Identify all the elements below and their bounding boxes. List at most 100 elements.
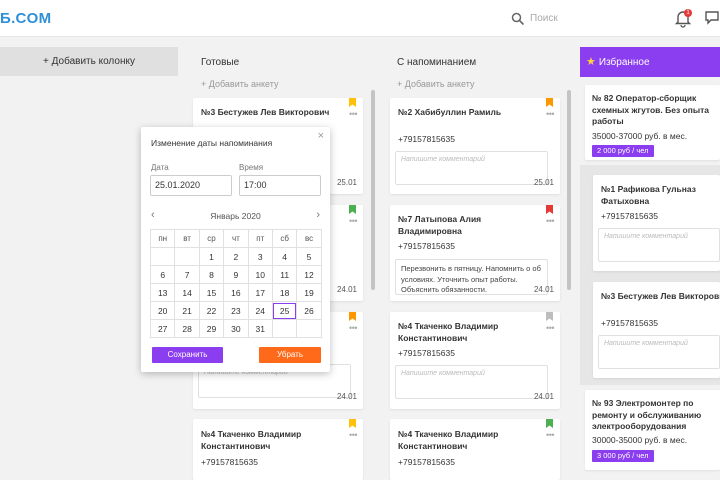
more-icon[interactable]: ••• <box>546 216 554 226</box>
bookmark-icon[interactable] <box>546 419 553 428</box>
logo[interactable]: Б.COM <box>0 10 51 27</box>
reminder-date-dialog: Изменение даты напоминания × Дата Время … <box>141 127 330 372</box>
calendar-day <box>149 247 176 266</box>
calendar-day[interactable]: 25 <box>271 301 298 320</box>
calendar-day[interactable]: 30 <box>223 319 249 338</box>
column-title-ready: Готовые <box>201 57 240 68</box>
vacancy-card[interactable]: № 82 Оператор-сборщик схемных жгутов. Бе… <box>585 85 720 160</box>
bookmark-icon[interactable] <box>349 419 356 428</box>
calendar-day[interactable]: 14 <box>174 283 200 302</box>
time-field[interactable]: 17:00 <box>239 175 321 196</box>
remove-button[interactable]: Убрать <box>259 347 321 363</box>
weekday-header: пн <box>149 229 176 248</box>
notification-badge: 1 <box>684 9 692 17</box>
candidate-card[interactable]: №4 Ткаченко Владимир Константинович ••• … <box>193 419 363 480</box>
bookmark-icon[interactable] <box>349 98 356 107</box>
bookmark-icon[interactable] <box>546 98 553 107</box>
calendar-day[interactable]: 1 <box>198 247 225 266</box>
bookmark-icon[interactable] <box>349 312 356 321</box>
notifications-button[interactable]: 1 <box>674 8 692 28</box>
favorites-header[interactable]: ★ Избранное <box>580 47 720 77</box>
comment-field[interactable]: Напишите комментарий <box>395 151 548 185</box>
candidate-phone: +79157815635 <box>398 348 455 358</box>
calendar-day[interactable]: 13 <box>149 283 176 302</box>
more-icon[interactable]: ••• <box>349 216 357 226</box>
calendar-day[interactable]: 27 <box>149 319 176 338</box>
calendar-day[interactable]: 11 <box>271 265 298 284</box>
search-icon[interactable] <box>511 12 525 26</box>
calendar-day[interactable]: 6 <box>149 265 176 284</box>
comment-field[interactable]: Напишите комментарий <box>598 335 720 369</box>
calendar-day[interactable]: 12 <box>296 265 322 284</box>
more-icon[interactable]: ••• <box>546 430 554 440</box>
comment-field[interactable]: Напишите комментарий <box>598 228 720 262</box>
card-date: 25.01 <box>336 178 357 187</box>
weekday-header: чт <box>223 229 249 248</box>
more-icon[interactable]: ••• <box>546 323 554 333</box>
calendar-day[interactable]: 22 <box>198 301 225 320</box>
candidate-phone: +79157815635 <box>601 211 658 221</box>
calendar-day[interactable]: 23 <box>223 301 249 320</box>
candidate-name: №7 Латыпова Алия Владимировна <box>398 214 482 236</box>
calendar-day[interactable]: 19 <box>296 283 322 302</box>
vacancy-card[interactable]: № 93 Электромонтер по ремонту и обслужив… <box>585 390 720 470</box>
more-icon[interactable]: ••• <box>349 109 357 119</box>
vacancy-title: № 93 Электромонтер по ремонту и обслужив… <box>592 398 702 431</box>
calendar-day[interactable]: 26 <box>296 301 322 320</box>
close-icon[interactable]: × <box>318 130 324 142</box>
calendar-day[interactable]: 21 <box>174 301 200 320</box>
candidate-phone: +79157815635 <box>398 134 455 144</box>
calendar-day[interactable]: 18 <box>271 283 298 302</box>
card-date: 25.01 <box>533 178 554 187</box>
weekday-header: сб <box>271 229 298 248</box>
calendar-day[interactable]: 9 <box>223 265 249 284</box>
add-column-button[interactable]: + Добавить колонку <box>0 47 178 76</box>
calendar-day[interactable]: 3 <box>247 247 273 266</box>
comment-field[interactable]: Напишите комментарий <box>395 365 548 399</box>
calendar-day[interactable]: 5 <box>296 247 322 266</box>
candidate-card[interactable]: №4 Ткаченко Владимир Константинович ••• … <box>390 312 560 409</box>
calendar-day[interactable]: 17 <box>247 283 273 302</box>
calendar-day <box>271 319 298 338</box>
search-input[interactable]: Поиск <box>530 13 558 24</box>
calendar-day[interactable]: 29 <box>198 319 225 338</box>
more-icon[interactable]: ••• <box>349 430 357 440</box>
more-icon[interactable]: ••• <box>546 109 554 119</box>
bookmark-icon[interactable] <box>546 205 553 214</box>
time-label: Время <box>239 163 264 172</box>
candidate-name: №3 Бестужев Лев Викторович <box>201 107 330 117</box>
calendar-day[interactable]: 10 <box>247 265 273 284</box>
calendar-day <box>296 319 322 338</box>
candidate-card[interactable]: №3 Бестужев Лев Викторович +79157815635 … <box>593 282 720 378</box>
calendar-day[interactable]: 4 <box>271 247 298 266</box>
save-button[interactable]: Сохранить <box>152 347 223 363</box>
search-box[interactable]: Поиск <box>511 11 661 27</box>
calendar-day[interactable]: 2 <box>223 247 249 266</box>
calendar-day[interactable]: 31 <box>247 319 273 338</box>
dialog-title: Изменение даты напоминания <box>151 138 273 148</box>
add-card-button[interactable]: + Добавить анкету <box>201 79 278 89</box>
next-month-icon[interactable]: › <box>316 209 320 221</box>
bookmark-icon[interactable] <box>349 205 356 214</box>
candidate-card[interactable]: №7 Латыпова Алия Владимировна ••• +79157… <box>390 205 560 301</box>
calendar-day[interactable]: 15 <box>198 283 225 302</box>
weekday-header: пт <box>247 229 273 248</box>
chat-icon[interactable] <box>704 9 720 27</box>
more-icon[interactable]: ••• <box>349 323 357 333</box>
calendar-day[interactable]: 24 <box>247 301 273 320</box>
add-card-button[interactable]: + Добавить анкету <box>397 79 474 89</box>
candidate-card[interactable]: №1 Рафикова Гульназ Фатыховна +791578156… <box>593 175 720 271</box>
comment-field[interactable]: Перезвонить в пятницу. Напомнить о об ус… <box>395 259 548 295</box>
scrollbar[interactable] <box>567 90 571 290</box>
date-field[interactable]: 25.01.2020 <box>150 175 232 196</box>
calendar-day[interactable]: 28 <box>174 319 200 338</box>
calendar-day[interactable]: 16 <box>223 283 249 302</box>
candidate-card[interactable]: №2 Хабибуллин Рамиль ••• +79157815635 На… <box>390 98 560 194</box>
scrollbar[interactable] <box>371 90 375 290</box>
star-icon: ★ <box>586 56 596 68</box>
calendar-day[interactable]: 8 <box>198 265 225 284</box>
bookmark-icon[interactable] <box>546 312 553 321</box>
calendar-day[interactable]: 7 <box>174 265 200 284</box>
calendar-day[interactable]: 20 <box>149 301 176 320</box>
candidate-card[interactable]: №4 Ткаченко Владимир Константинович ••• … <box>390 419 560 480</box>
